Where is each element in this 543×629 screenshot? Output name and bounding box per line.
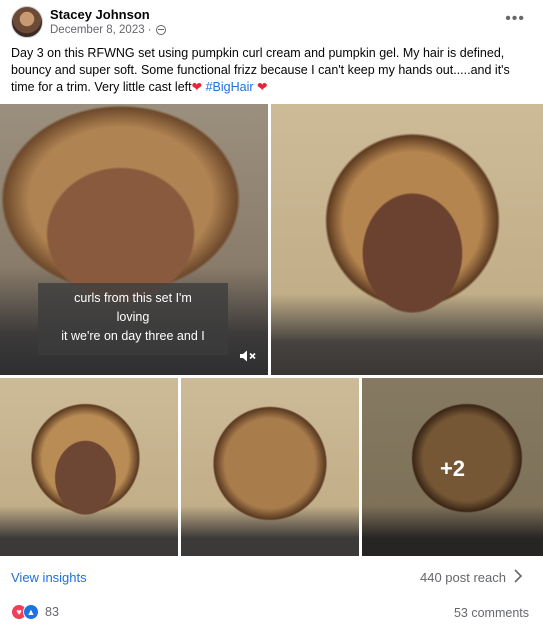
caption-line: loving [116,310,150,324]
hashtag-link[interactable]: #BigHair [206,80,254,94]
caption-line: curls from this set I'm [74,291,192,305]
mute-icon[interactable] [239,349,257,363]
more-options-icon[interactable]: ••• [505,10,525,28]
photo[interactable] [271,104,543,375]
post-reach: 440 post reach [419,570,506,585]
photo[interactable] [181,378,359,556]
caption-line: it we're on day three and I [61,329,205,343]
photo[interactable] [0,378,178,556]
heart-emoji-icon: ❤ [191,80,203,94]
date-text[interactable]: December 8, 2023 · [50,24,152,36]
post-date: December 8, 2023 · [50,24,166,36]
author-name[interactable]: Stacey Johnson [50,7,150,22]
post-header: Stacey Johnson December 8, 2023 · ••• [0,0,543,44]
avatar[interactable] [11,6,43,38]
view-insights-link[interactable]: View insights [11,570,87,585]
more-photos-count: +2 [439,456,466,481]
reaction-count: 83 [45,605,59,619]
chevron-right-icon[interactable] [511,567,525,585]
heart-emoji-icon: ❤ [257,80,268,94]
globe-icon [155,25,166,35]
comments-count[interactable]: 53 comments [454,606,529,620]
like-reaction-icon: ▲ [23,604,39,620]
post-text: Day 3 on this RFWNG set using pumpkin cu… [11,45,531,96]
video-caption: curls from this set I'm loving it we're … [38,283,228,355]
reactions-summary[interactable]: ♥ ▲ 83 [11,604,59,620]
photo-more[interactable]: +2 [362,378,543,556]
